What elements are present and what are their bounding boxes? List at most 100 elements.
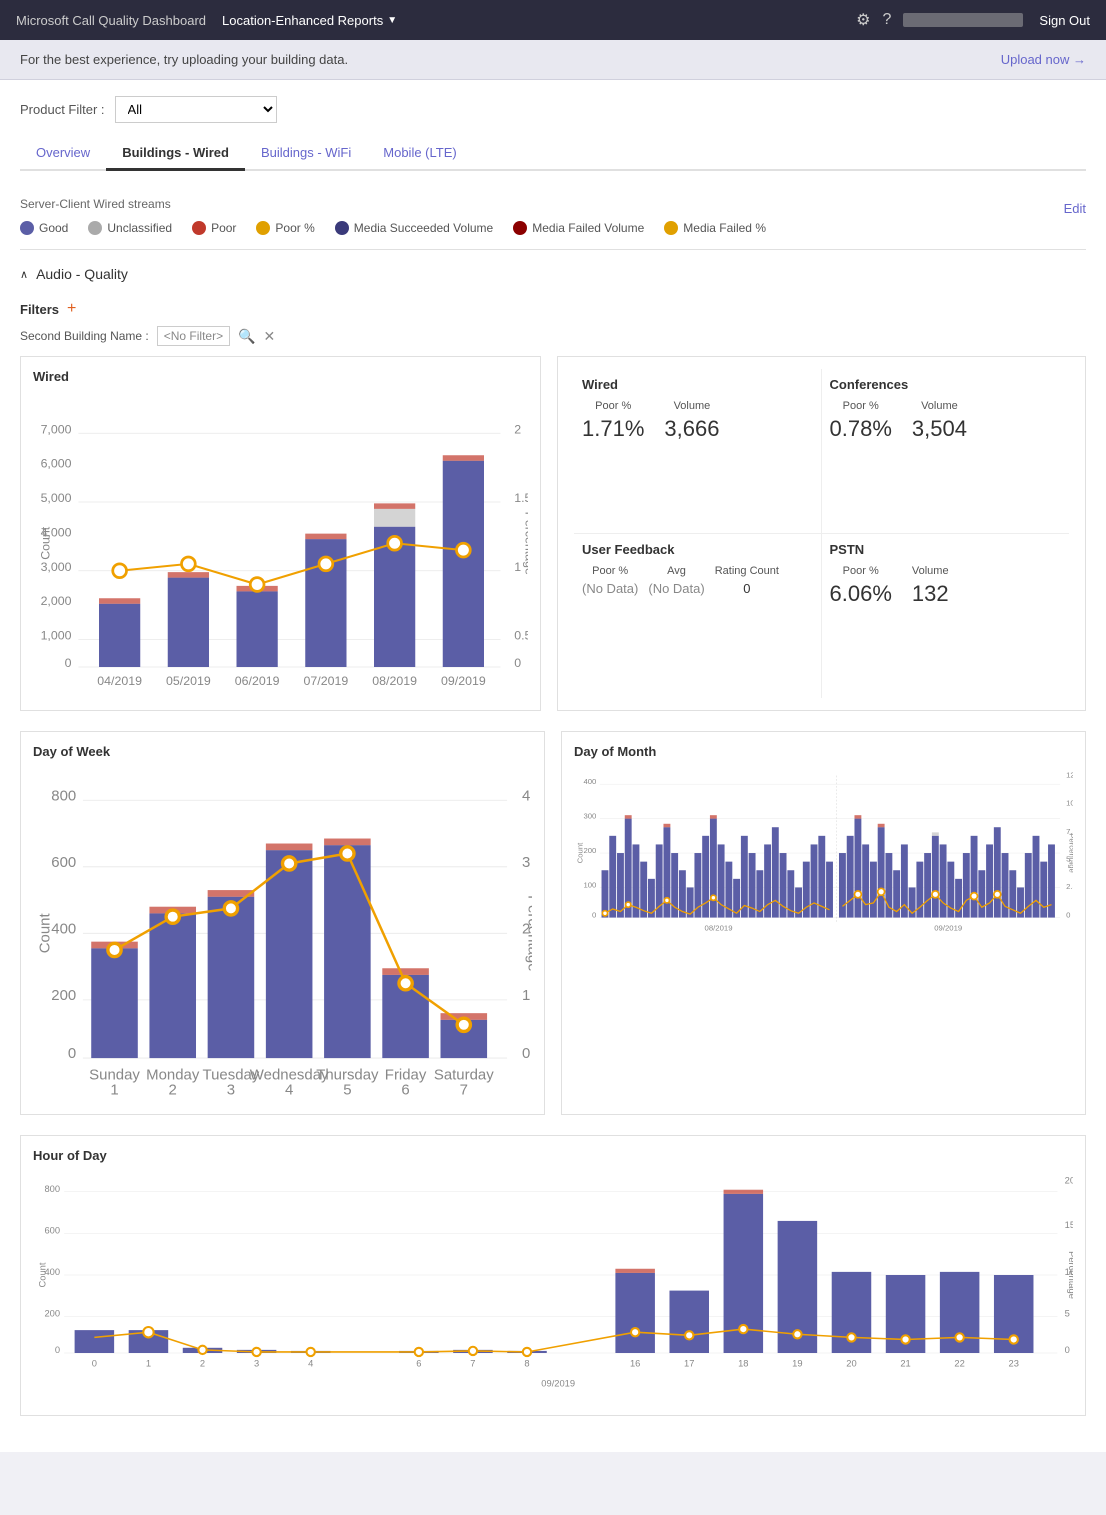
svg-text:7: 7: [460, 1081, 468, 1098]
wired-volume-value: 3,666: [664, 416, 719, 442]
edit-link[interactable]: Edit: [1064, 197, 1086, 220]
uf-poor-pct-label: Poor %: [582, 565, 638, 577]
svg-text:06/2019: 06/2019: [235, 674, 280, 688]
svg-text:600: 600: [51, 853, 76, 870]
help-icon[interactable]: ?: [883, 11, 892, 29]
filter-second-building-row: Second Building Name : <No Filter> 🔍 ✕: [20, 326, 1086, 346]
svg-text:3: 3: [522, 853, 530, 870]
uf-rating-label: Rating Count: [715, 565, 779, 577]
media-failed-pct-label: Media Failed %: [683, 221, 766, 235]
day-of-month-title: Day of Month: [574, 744, 1073, 759]
svg-text:800: 800: [51, 787, 76, 804]
svg-text:Percentage: Percentage: [525, 895, 532, 971]
audio-quality-section-header[interactable]: ∧ Audio - Quality: [20, 258, 1086, 290]
conf-poor-pct-value: 0.78%: [830, 416, 892, 442]
filter-search-icon[interactable]: 🔍: [238, 328, 255, 345]
wired-chart-title: Wired: [33, 369, 528, 384]
conf-volume-value: 3,504: [912, 416, 967, 442]
uf-avg-label: Avg: [648, 565, 704, 577]
product-filter-row: Product Filter : All Teams Skype for Bus…: [20, 96, 1086, 123]
svg-text:7,000: 7,000: [41, 422, 72, 436]
legend-media-failed-vol: Media Failed Volume: [513, 221, 644, 235]
svg-text:400: 400: [583, 777, 596, 786]
svg-text:2: 2: [169, 1081, 177, 1098]
pstn-title: PSTN: [830, 542, 1062, 557]
svg-text:1,000: 1,000: [41, 629, 72, 643]
svg-text:22: 22: [954, 1359, 964, 1369]
tab-overview[interactable]: Overview: [20, 137, 106, 171]
svg-text:200: 200: [51, 986, 76, 1003]
svg-text:04/2019: 04/2019: [97, 674, 142, 688]
svg-text:Percentage: Percentage: [522, 512, 528, 575]
svg-text:20: 20: [1065, 1176, 1073, 1186]
legend-items: Good Unclassified Poor Poor %: [20, 221, 766, 235]
tab-mobile-lte[interactable]: Mobile (LTE): [367, 137, 472, 171]
filter-second-building-value: <No Filter>: [157, 326, 230, 346]
uf-poor-pct-value: (No Data): [582, 581, 638, 596]
tab-buildings-wifi[interactable]: Buildings - WiFi: [245, 137, 367, 171]
stats-grid: Wired Poor % 1.71% Volume 3,666 Conferen…: [557, 356, 1086, 711]
header-icons: ⚙ ?: [856, 10, 1023, 30]
legend-media-succeeded: Media Succeeded Volume: [335, 221, 493, 235]
legend-media-failed-pct: Media Failed %: [664, 221, 766, 235]
user-feedback-stats: User Feedback Poor % (No Data) Avg (No D…: [574, 534, 822, 698]
day-of-month-svg: 400 300 200 100 0 12.5 10 7.5 5 2.5 0 Co…: [574, 767, 1073, 948]
product-filter-select[interactable]: All Teams Skype for Business: [115, 96, 277, 123]
audio-chevron-icon: ∧: [20, 268, 28, 281]
day-of-week-svg: 800 600 400 200 0 4 3 2 1 0 Count Percen…: [33, 767, 532, 1100]
svg-text:0: 0: [514, 656, 521, 670]
add-filter-button[interactable]: +: [67, 300, 76, 318]
conferences-stats: Conferences Poor % 0.78% Volume 3,504: [822, 369, 1070, 534]
day-of-month-chart: Day of Month 400 300 200 100 0 12.5 10 7…: [561, 731, 1086, 1116]
tab-buildings-wired[interactable]: Buildings - Wired: [106, 137, 245, 171]
svg-text:0: 0: [1066, 910, 1070, 919]
legend-section: Server-Client Wired streams Good Unclass…: [20, 187, 1086, 241]
svg-text:5: 5: [1065, 1309, 1070, 1319]
uf-rating-value: 0: [715, 581, 779, 596]
svg-text:Count: Count: [37, 1262, 47, 1287]
svg-text:Count: Count: [37, 912, 54, 953]
hour-of-day-chart: Hour of Day 800 600 400 200 0 20 15 10 5…: [20, 1135, 1086, 1416]
svg-text:200: 200: [583, 846, 596, 855]
wired-chart-box: Wired 7,000 6,000 5,000 4,000 3,000 2,00…: [20, 356, 541, 711]
svg-text:1.5: 1.5: [514, 491, 528, 505]
svg-text:0.5: 0.5: [514, 629, 528, 643]
app-title: Microsoft Call Quality Dashboard: [16, 13, 206, 28]
conf-volume-label: Volume: [912, 400, 967, 412]
settings-icon[interactable]: ⚙: [856, 10, 870, 30]
svg-text:5: 5: [343, 1081, 351, 1098]
sign-out-button[interactable]: Sign Out: [1039, 13, 1090, 28]
svg-text:16: 16: [630, 1359, 640, 1369]
svg-text:08/2019: 08/2019: [705, 923, 733, 932]
wired-poor-pct-value: 1.71%: [582, 416, 644, 442]
pstn-poor-pct-label: Poor %: [830, 565, 892, 577]
pstn-volume-value: 132: [912, 581, 949, 607]
pstn-stats: PSTN Poor % 6.06% Volume 132: [822, 534, 1070, 698]
svg-text:Count: Count: [576, 841, 585, 862]
svg-text:09/2019: 09/2019: [934, 923, 962, 932]
svg-text:08/2019: 08/2019: [372, 674, 417, 688]
svg-text:3,000: 3,000: [41, 560, 72, 574]
svg-text:1: 1: [514, 560, 521, 574]
tab-bar: Overview Buildings - Wired Buildings - W…: [20, 137, 1086, 171]
svg-text:Percentage: Percentage: [1068, 833, 1073, 873]
svg-text:4: 4: [522, 787, 530, 804]
user-bar: [903, 13, 1023, 27]
media-failed-vol-label: Media Failed Volume: [532, 221, 644, 235]
svg-text:2,000: 2,000: [41, 594, 72, 608]
media-succeeded-dot: [335, 221, 349, 235]
filter-clear-icon[interactable]: ✕: [264, 328, 276, 345]
upload-now-link[interactable]: Upload now →: [1001, 52, 1086, 67]
svg-text:3: 3: [227, 1081, 235, 1098]
svg-text:3: 3: [254, 1359, 259, 1369]
svg-text:2.5: 2.5: [1066, 882, 1073, 891]
svg-text:17: 17: [684, 1359, 694, 1369]
user-feedback-title: User Feedback: [582, 542, 813, 557]
poor-pct-label: Poor %: [275, 221, 314, 235]
nav-dropdown[interactable]: Location-Enhanced Reports ▼: [222, 13, 397, 28]
svg-text:4: 4: [308, 1359, 313, 1369]
day-of-week-chart: Day of Week 800 600 400 200 0 4 3 2 1 0 …: [20, 731, 545, 1116]
wired-poor-pct-label: Poor %: [582, 400, 644, 412]
svg-text:600: 600: [44, 1226, 60, 1236]
svg-text:0: 0: [92, 1359, 97, 1369]
